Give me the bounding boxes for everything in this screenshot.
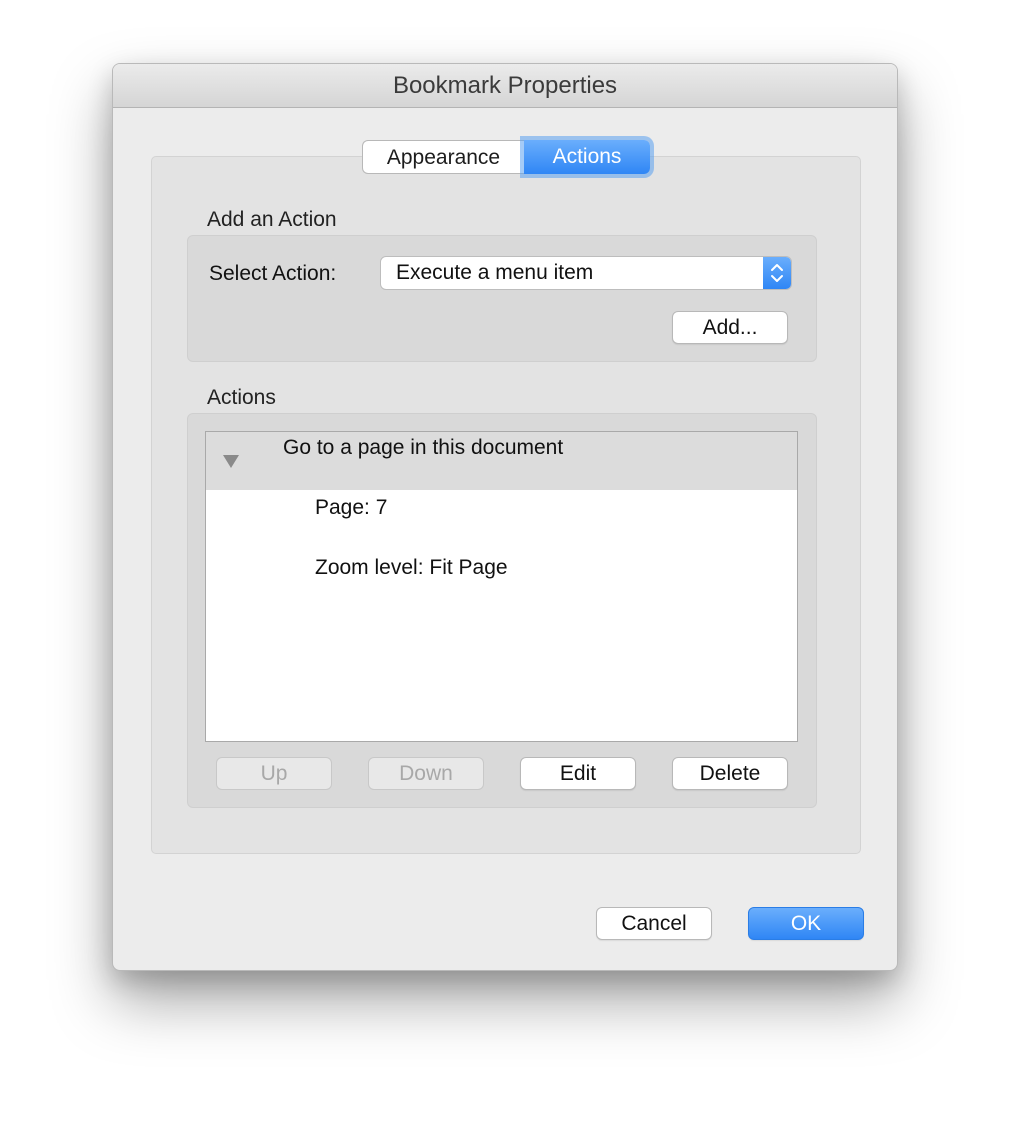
select-action-value: Execute a menu item [396,261,594,284]
dialog-title: Bookmark Properties [113,64,897,108]
edit-button[interactable]: Edit [520,757,636,790]
action-detail-zoom: Zoom level: Fit Page [315,556,508,579]
cancel-button[interactable]: Cancel [596,907,712,940]
down-button[interactable]: Down [368,757,484,790]
disclosure-triangle-down-icon[interactable] [222,453,240,469]
tab-actions[interactable]: Actions [524,140,650,174]
actions-list[interactable]: Go to a page in this document Page: 7 Zo… [205,431,798,742]
delete-button[interactable]: Delete [672,757,788,790]
up-button[interactable]: Up [216,757,332,790]
bookmark-properties-dialog: Bookmark Properties Appearance Actions A… [112,63,898,971]
select-action-label: Select Action: [209,262,337,285]
action-item-header[interactable]: Go to a page in this document [206,432,797,490]
add-action-section-label: Add an Action [207,208,337,231]
select-action-popup[interactable]: Execute a menu item [380,256,792,290]
add-action-button[interactable]: Add... [672,311,788,344]
actions-section-label: Actions [207,386,276,409]
tab-appearance[interactable]: Appearance [362,140,524,174]
tab-bar: Appearance Actions [362,140,650,174]
action-detail-page: Page: 7 [315,496,388,519]
action-item-title: Go to a page in this document [283,436,564,459]
ok-button[interactable]: OK [748,907,864,940]
up-down-chevron-icon [763,257,791,289]
